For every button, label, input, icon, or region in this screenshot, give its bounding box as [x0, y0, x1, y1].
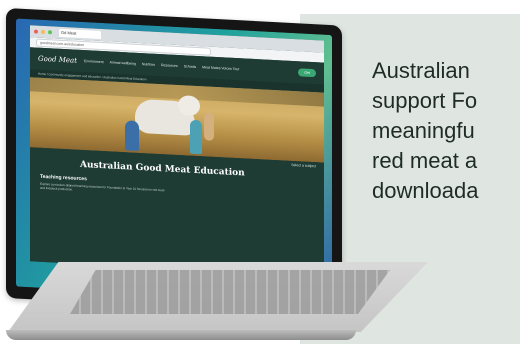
laptop-screen: Gd Meat goodmeat.com.au/education Good M… [16, 18, 332, 304]
nav-item-nutrition[interactable]: Nutrition [142, 62, 155, 67]
laptop-base [0, 262, 430, 348]
nav-item-environment[interactable]: Environment [84, 59, 104, 64]
hero-child-2 [190, 119, 202, 155]
hero-child-3 [204, 112, 214, 141]
laptop-front-edge [6, 330, 356, 340]
subject-select[interactable]: Select a subject [291, 163, 316, 168]
laptop-keyboard [70, 270, 390, 314]
close-dot-icon[interactable] [34, 29, 38, 34]
site-logo[interactable]: Good Meat [38, 55, 78, 65]
nav-item-resources[interactable]: Resources [161, 63, 178, 68]
maximize-dot-icon[interactable] [48, 30, 52, 35]
minimize-dot-icon[interactable] [41, 29, 45, 35]
nav-cta-button[interactable]: Get [298, 68, 316, 78]
browser-tab[interactable]: Gd Meat [59, 28, 101, 39]
hero-cow-head [178, 95, 200, 117]
nav-item-meat-mates[interactable]: Meat Mates Voices Tour [202, 65, 239, 71]
nav-item-schools[interactable]: Schools [184, 64, 196, 69]
hero-child-1 [125, 120, 139, 151]
page-content: Select a subject Australian Good Meat Ed… [30, 147, 324, 277]
browser-window: Gd Meat goodmeat.com.au/education Good M… [30, 25, 324, 277]
nav-item-animal-wellbeing[interactable]: Animal wellbeing [110, 60, 136, 65]
